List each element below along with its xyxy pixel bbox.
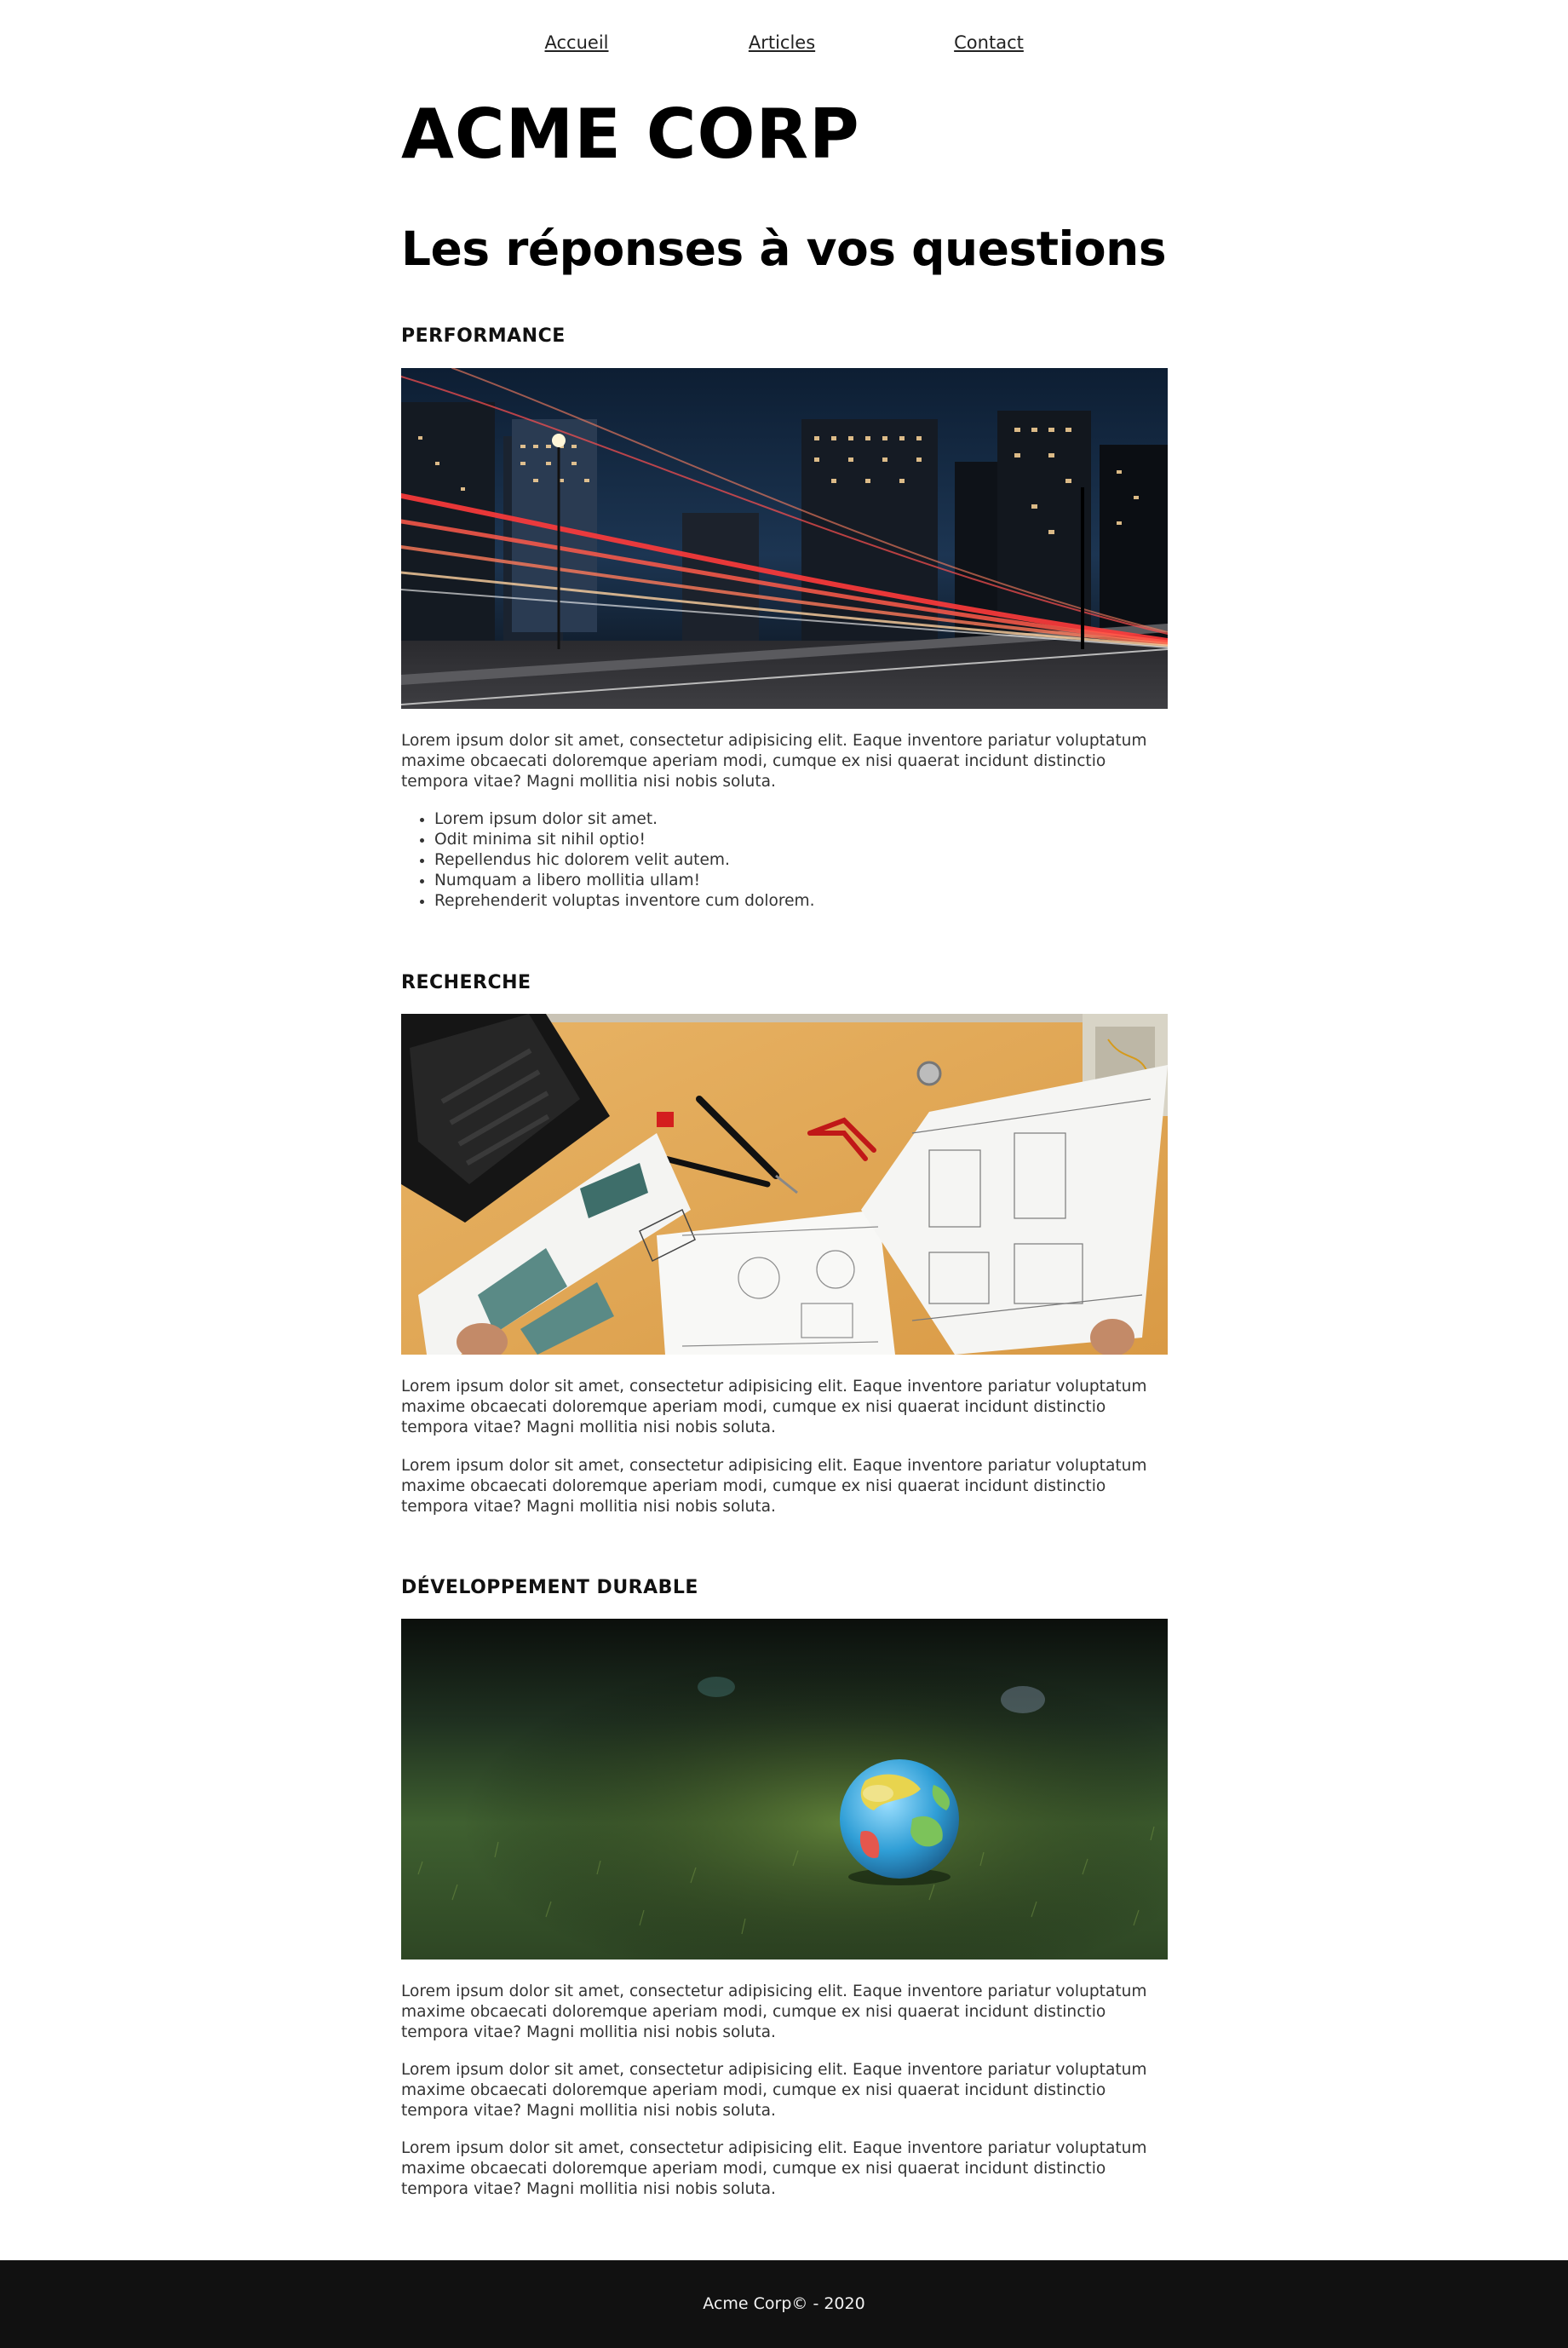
list-item: Lorem ipsum dolor sit amet. [434,809,1167,830]
section-title-recherche: RECHERCHE [401,972,531,993]
performance-bullet-list: Lorem ipsum dolor sit amet. Odit minima … [434,809,1167,912]
city-night-light-trails-image [401,368,1168,709]
brand-title: ACME CORP [401,95,860,174]
list-item: Odit minima sit nihil optio! [434,830,1167,850]
developpement-paragraph-1: Lorem ipsum dolor sit amet, consectetur … [401,1983,1147,2041]
list-item: Numquam a libero mollitia ullam! [434,871,1167,891]
list-item: Reprehenderit voluptas inventore cum dol… [434,891,1167,912]
nav-link-accueil[interactable]: Accueil [545,32,609,53]
developpement-paragraph-2: Lorem ipsum dolor sit amet, consectetur … [401,2061,1147,2120]
section-title-developpement-durable: DÉVELOPPEMENT DURABLE [401,1577,698,1598]
list-item: Repellendus hic dolorem velit autem. [434,850,1167,871]
footer-copyright: Acme Corp© - 2020 [703,2294,865,2313]
recherche-paragraph-1: Lorem ipsum dolor sit amet, consectetur … [401,1378,1147,1436]
blueprints-on-desk-image [401,1014,1168,1355]
top-nav: Accueil Articles Contact [0,32,1568,58]
nav-link-contact[interactable]: Contact [954,32,1024,53]
performance-paragraph: Lorem ipsum dolor sit amet, consectetur … [401,732,1147,791]
developpement-paragraph-3: Lorem ipsum dolor sit amet, consectetur … [401,2139,1147,2198]
page-footer: Acme Corp© - 2020 [0,2260,1568,2348]
section-title-performance: PERFORMANCE [401,325,566,347]
globe-on-grass-image [401,1619,1168,1960]
nav-link-articles[interactable]: Articles [749,32,815,53]
page-title: Les réponses à vos questions [401,222,1167,276]
recherche-paragraph-2: Lorem ipsum dolor sit amet, consectetur … [401,1457,1147,1516]
